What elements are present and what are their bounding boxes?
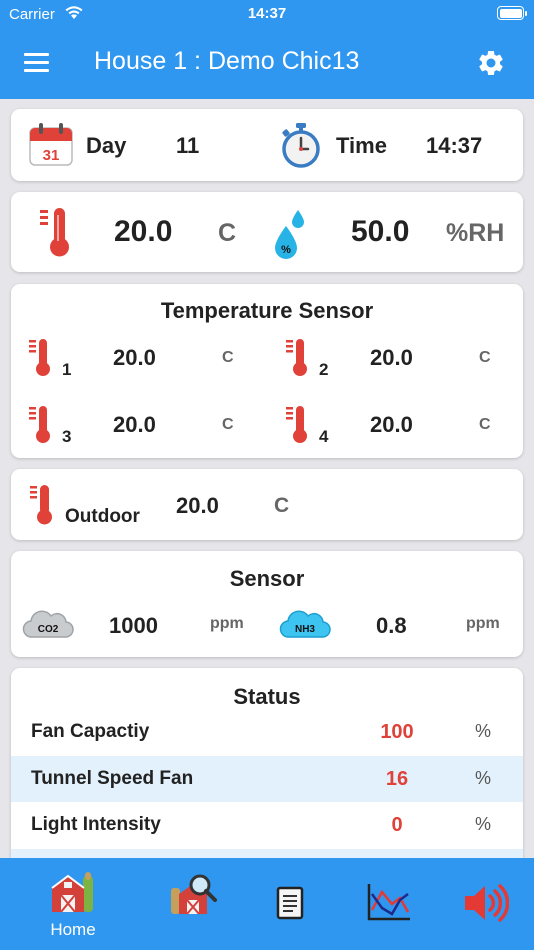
status-time: 14:37 (247, 5, 287, 22)
humidity-icon-text: % (281, 244, 291, 256)
sensor-unit: C (479, 349, 491, 366)
status-row-value: 100 (380, 721, 414, 743)
sensor-index: 1 (62, 360, 72, 379)
battery-icon (497, 6, 527, 20)
barn-search-icon (171, 874, 217, 915)
sensor-value: 20.0 (113, 345, 156, 370)
gas-sensor-title: Sensor (229, 566, 305, 591)
tab-barn-search[interactable] (143, 858, 243, 950)
status-row: Light Intensity 0% (11, 802, 523, 848)
status-row-label: Tunnel Speed Fan (31, 767, 194, 789)
status-row-unit: % (475, 721, 492, 741)
status-row: Fan Capactiy 100% (11, 709, 523, 755)
line-chart-icon (367, 884, 410, 921)
calendar-day-number: 31 (43, 147, 60, 164)
tab-chart[interactable] (339, 858, 439, 950)
nh3-unit: ppm (466, 615, 500, 632)
gas-sensor-card: Sensor CO2 1000 ppm NH3 0.8 ppm (11, 551, 523, 657)
status-title: Status (233, 684, 301, 709)
indoor-temperature-unit: C (218, 219, 237, 247)
temperature-sensor-card: Temperature Sensor 1 20.0 C 2 20.0 C 3 20.0 C 4 20… (11, 284, 523, 458)
page-title: House 1 : Demo Chic13 (94, 47, 360, 75)
tab-home[interactable]: Home (23, 858, 123, 950)
status-row-unit: % (475, 767, 492, 788)
humidity-unit: %RH (446, 219, 505, 247)
status-row-value: 16 (385, 767, 409, 790)
stopwatch-icon (282, 123, 320, 168)
nh3-icon-text: NH3 (295, 624, 315, 635)
status-row-value: 0 (391, 814, 403, 836)
co2-icon-text: CO2 (38, 624, 59, 635)
thermometer-icon (286, 406, 307, 443)
day-time-card: 31 Day 11 Time 14:37 (11, 109, 523, 181)
co2-value: 1000 (109, 613, 158, 638)
thermometer-icon (29, 406, 50, 443)
thermometer-icon (40, 208, 69, 257)
sensor-value: 20.0 (370, 412, 413, 437)
sensor-value: 20.0 (370, 345, 413, 370)
sensor-unit: C (479, 416, 491, 433)
co2-unit: ppm (210, 615, 244, 632)
tab-report[interactable] (240, 858, 340, 950)
sensor-unit: C (222, 416, 234, 433)
sensor-unit: C (222, 349, 234, 366)
speaker-icon (465, 884, 509, 922)
sensor-index: 4 (319, 427, 329, 446)
tab-home-label: Home (50, 920, 96, 939)
sensor-index: 3 (62, 427, 72, 446)
thermometer-icon (29, 339, 50, 376)
status-bar: Carrier 14:37 (0, 0, 534, 30)
outdoor-label: Outdoor (65, 506, 140, 527)
sensor-index: 2 (319, 360, 329, 379)
outdoor-card: Outdoor 20.0 C (11, 469, 523, 540)
time-value: 14:37 (426, 133, 483, 158)
status-row-label: Fan Capactiy (31, 721, 150, 742)
outdoor-temperature-value: 20.0 (176, 493, 219, 518)
outdoor-thermometer-icon (30, 485, 52, 525)
indoor-temperature-value: 20.0 (114, 215, 173, 248)
bottom-tab-bar: Home (0, 858, 534, 950)
humidity-value: 50.0 (351, 215, 410, 248)
barn-icon (51, 872, 93, 913)
status-card: Status Fan Capactiy 100% Tunnel Speed Fan 1… (11, 668, 523, 868)
nh3-value: 0.8 (376, 613, 407, 638)
thermometer-icon (286, 339, 307, 376)
outdoor-temperature-unit: C (274, 494, 290, 517)
app-header: Carrier 14:37 House 1 : Demo Chic13 (0, 0, 534, 99)
co2-cloud-icon: CO2 (22, 610, 74, 638)
tab-alarm[interactable] (436, 858, 534, 950)
status-row-label: Light Intensity (31, 814, 161, 835)
sensor-value: 20.0 (113, 412, 156, 437)
humidity-icon: % (275, 210, 304, 259)
temperature-sensor-title: Temperature Sensor (160, 298, 374, 323)
day-value: 11 (176, 133, 200, 158)
calendar-icon: 31 (29, 123, 73, 166)
gear-icon[interactable] (476, 48, 506, 78)
day-label: Day (86, 133, 127, 158)
time-label: Time (336, 133, 387, 158)
status-row: Tunnel Speed Fan 16% (11, 755, 523, 802)
nh3-cloud-icon: NH3 (279, 610, 331, 638)
menu-button[interactable] (24, 53, 49, 72)
document-icon (276, 886, 304, 920)
status-row-unit: % (475, 814, 492, 834)
climate-card: 20.0 C % 50.0 %RH (11, 192, 523, 272)
